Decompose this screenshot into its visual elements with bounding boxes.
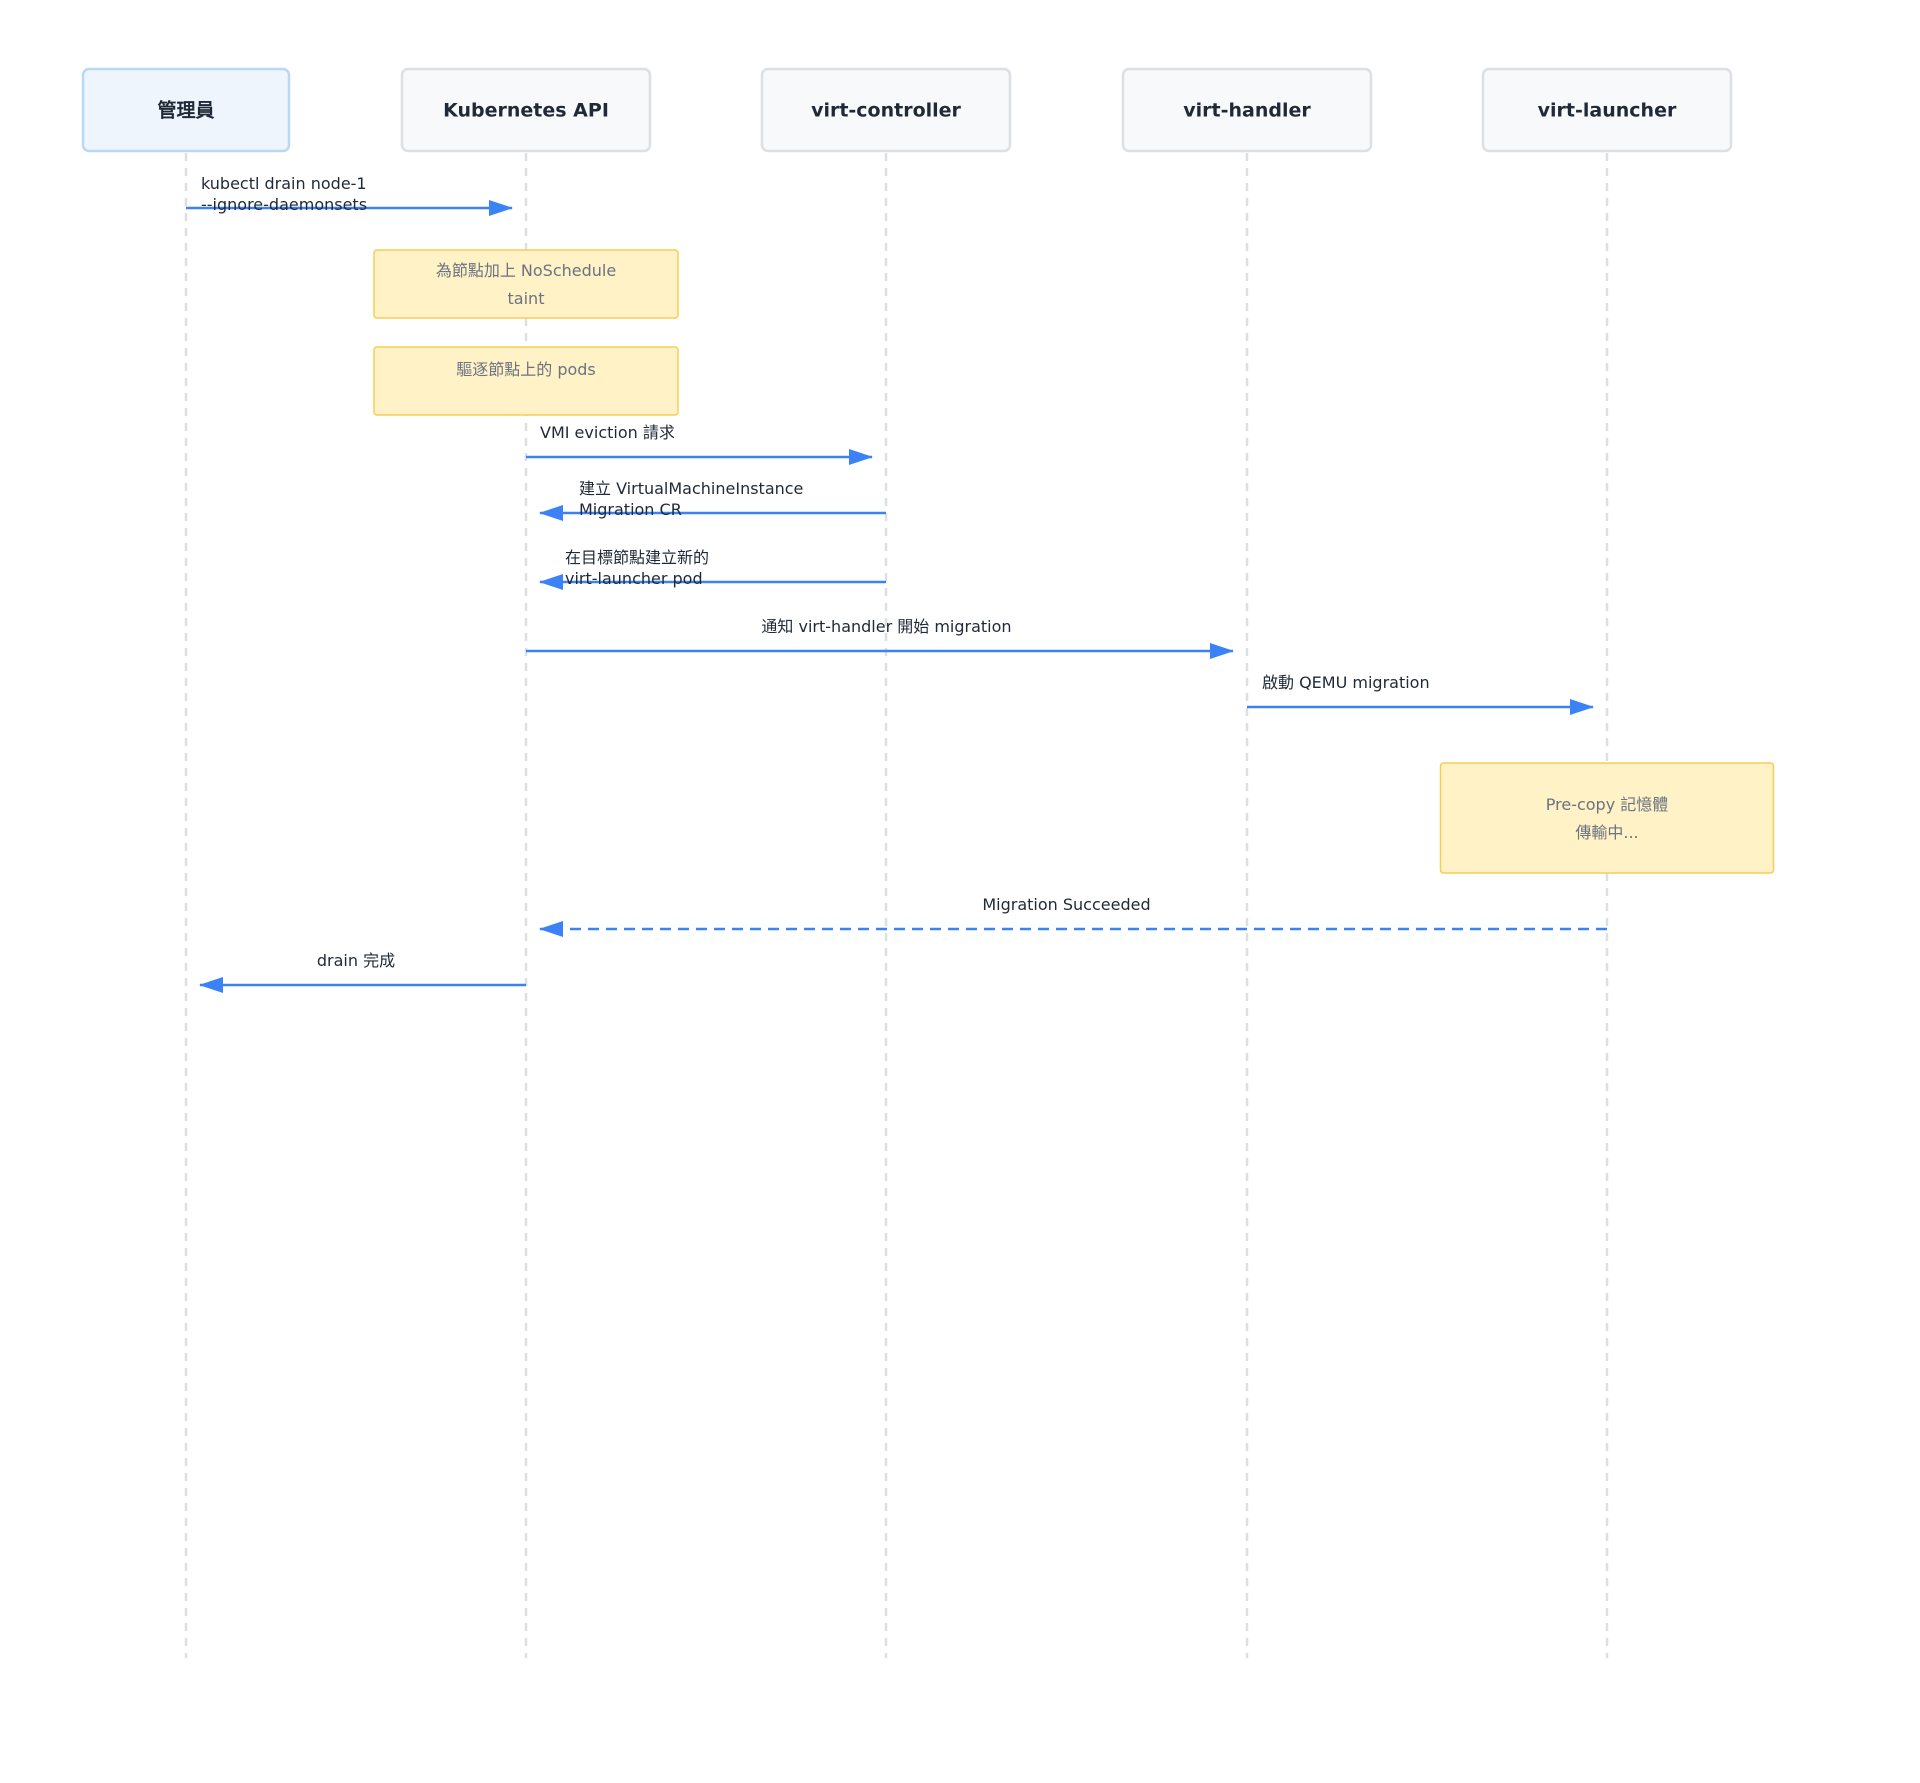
message-0: kubectl drain node-1 --ignore-daemonsets bbox=[186, 174, 513, 216]
note-text-line: 驅逐節點上的 pods bbox=[456, 360, 596, 379]
message-4: 建立 VirtualMachineInstance Migration CR bbox=[539, 479, 886, 521]
participant-launcher: virt-launcher bbox=[1481, 67, 1733, 153]
participant-label-admin: 管理員 bbox=[157, 99, 214, 122]
message-5: 在目標節點建立新的 virt-launcher pod bbox=[539, 548, 886, 590]
message-7: 啟動 QEMU migration bbox=[1247, 673, 1594, 715]
note-text-line: Pre-copy 記憶體 bbox=[1546, 795, 1669, 814]
participant-label-controller: virt-controller bbox=[811, 100, 961, 122]
message-label: VMI eviction 請求 bbox=[540, 423, 675, 442]
message-label: --ignore-daemonsets bbox=[201, 195, 367, 214]
message-label: Migration Succeeded bbox=[982, 895, 1150, 914]
note-box bbox=[373, 346, 679, 416]
message-label: Migration CR bbox=[579, 500, 682, 519]
message-9: Migration Succeeded bbox=[539, 895, 1607, 937]
message-label: 在目標節點建立新的 bbox=[565, 548, 709, 567]
message-label: drain 完成 bbox=[317, 951, 395, 970]
participant-label-k8s: Kubernetes API bbox=[443, 100, 609, 122]
message-steps: kubectl drain node-1 --ignore-daemonsets 為… bbox=[186, 174, 1775, 993]
participant-label-launcher: virt-launcher bbox=[1538, 100, 1677, 122]
message-label: 通知 virt-handler 開始 migration bbox=[761, 617, 1011, 636]
sequence-diagram: 管理員 Kubernetes API virt-controller virt-han… bbox=[0, 0, 1920, 1783]
note-8: Pre-copy 記憶體傳輸中... bbox=[1439, 762, 1775, 874]
message-label: 啟動 QEMU migration bbox=[1262, 673, 1430, 692]
sequence-diagram-canvas: 管理員 Kubernetes API virt-controller virt-han… bbox=[81, 67, 1775, 1658]
message-10: drain 完成 bbox=[199, 951, 526, 993]
note-text-line: 為節點加上 NoSchedule bbox=[436, 261, 616, 280]
note-1: 為節點加上 NoSchedule taint bbox=[373, 249, 679, 319]
participant-controller: virt-controller bbox=[760, 67, 1012, 153]
note-text-line: 傳輸中... bbox=[1575, 823, 1638, 842]
participant-handler: virt-handler bbox=[1121, 67, 1373, 153]
note-2: 驅逐節點上的 pods bbox=[373, 346, 679, 416]
participant-label-handler: virt-handler bbox=[1183, 100, 1311, 122]
message-3: VMI eviction 請求 bbox=[526, 423, 873, 465]
message-label: kubectl drain node-1 bbox=[201, 174, 367, 193]
note-box bbox=[1439, 762, 1775, 874]
participant-k8s: Kubernetes API bbox=[400, 67, 652, 153]
note-text-line: taint bbox=[508, 289, 545, 308]
message-label: 建立 VirtualMachineInstance bbox=[579, 479, 803, 498]
participants: 管理員 Kubernetes API virt-controller virt-han… bbox=[81, 67, 1733, 153]
participant-admin: 管理員 bbox=[81, 67, 291, 153]
message-6: 通知 virt-handler 開始 migration bbox=[526, 617, 1234, 659]
message-label: virt-launcher pod bbox=[565, 569, 703, 588]
